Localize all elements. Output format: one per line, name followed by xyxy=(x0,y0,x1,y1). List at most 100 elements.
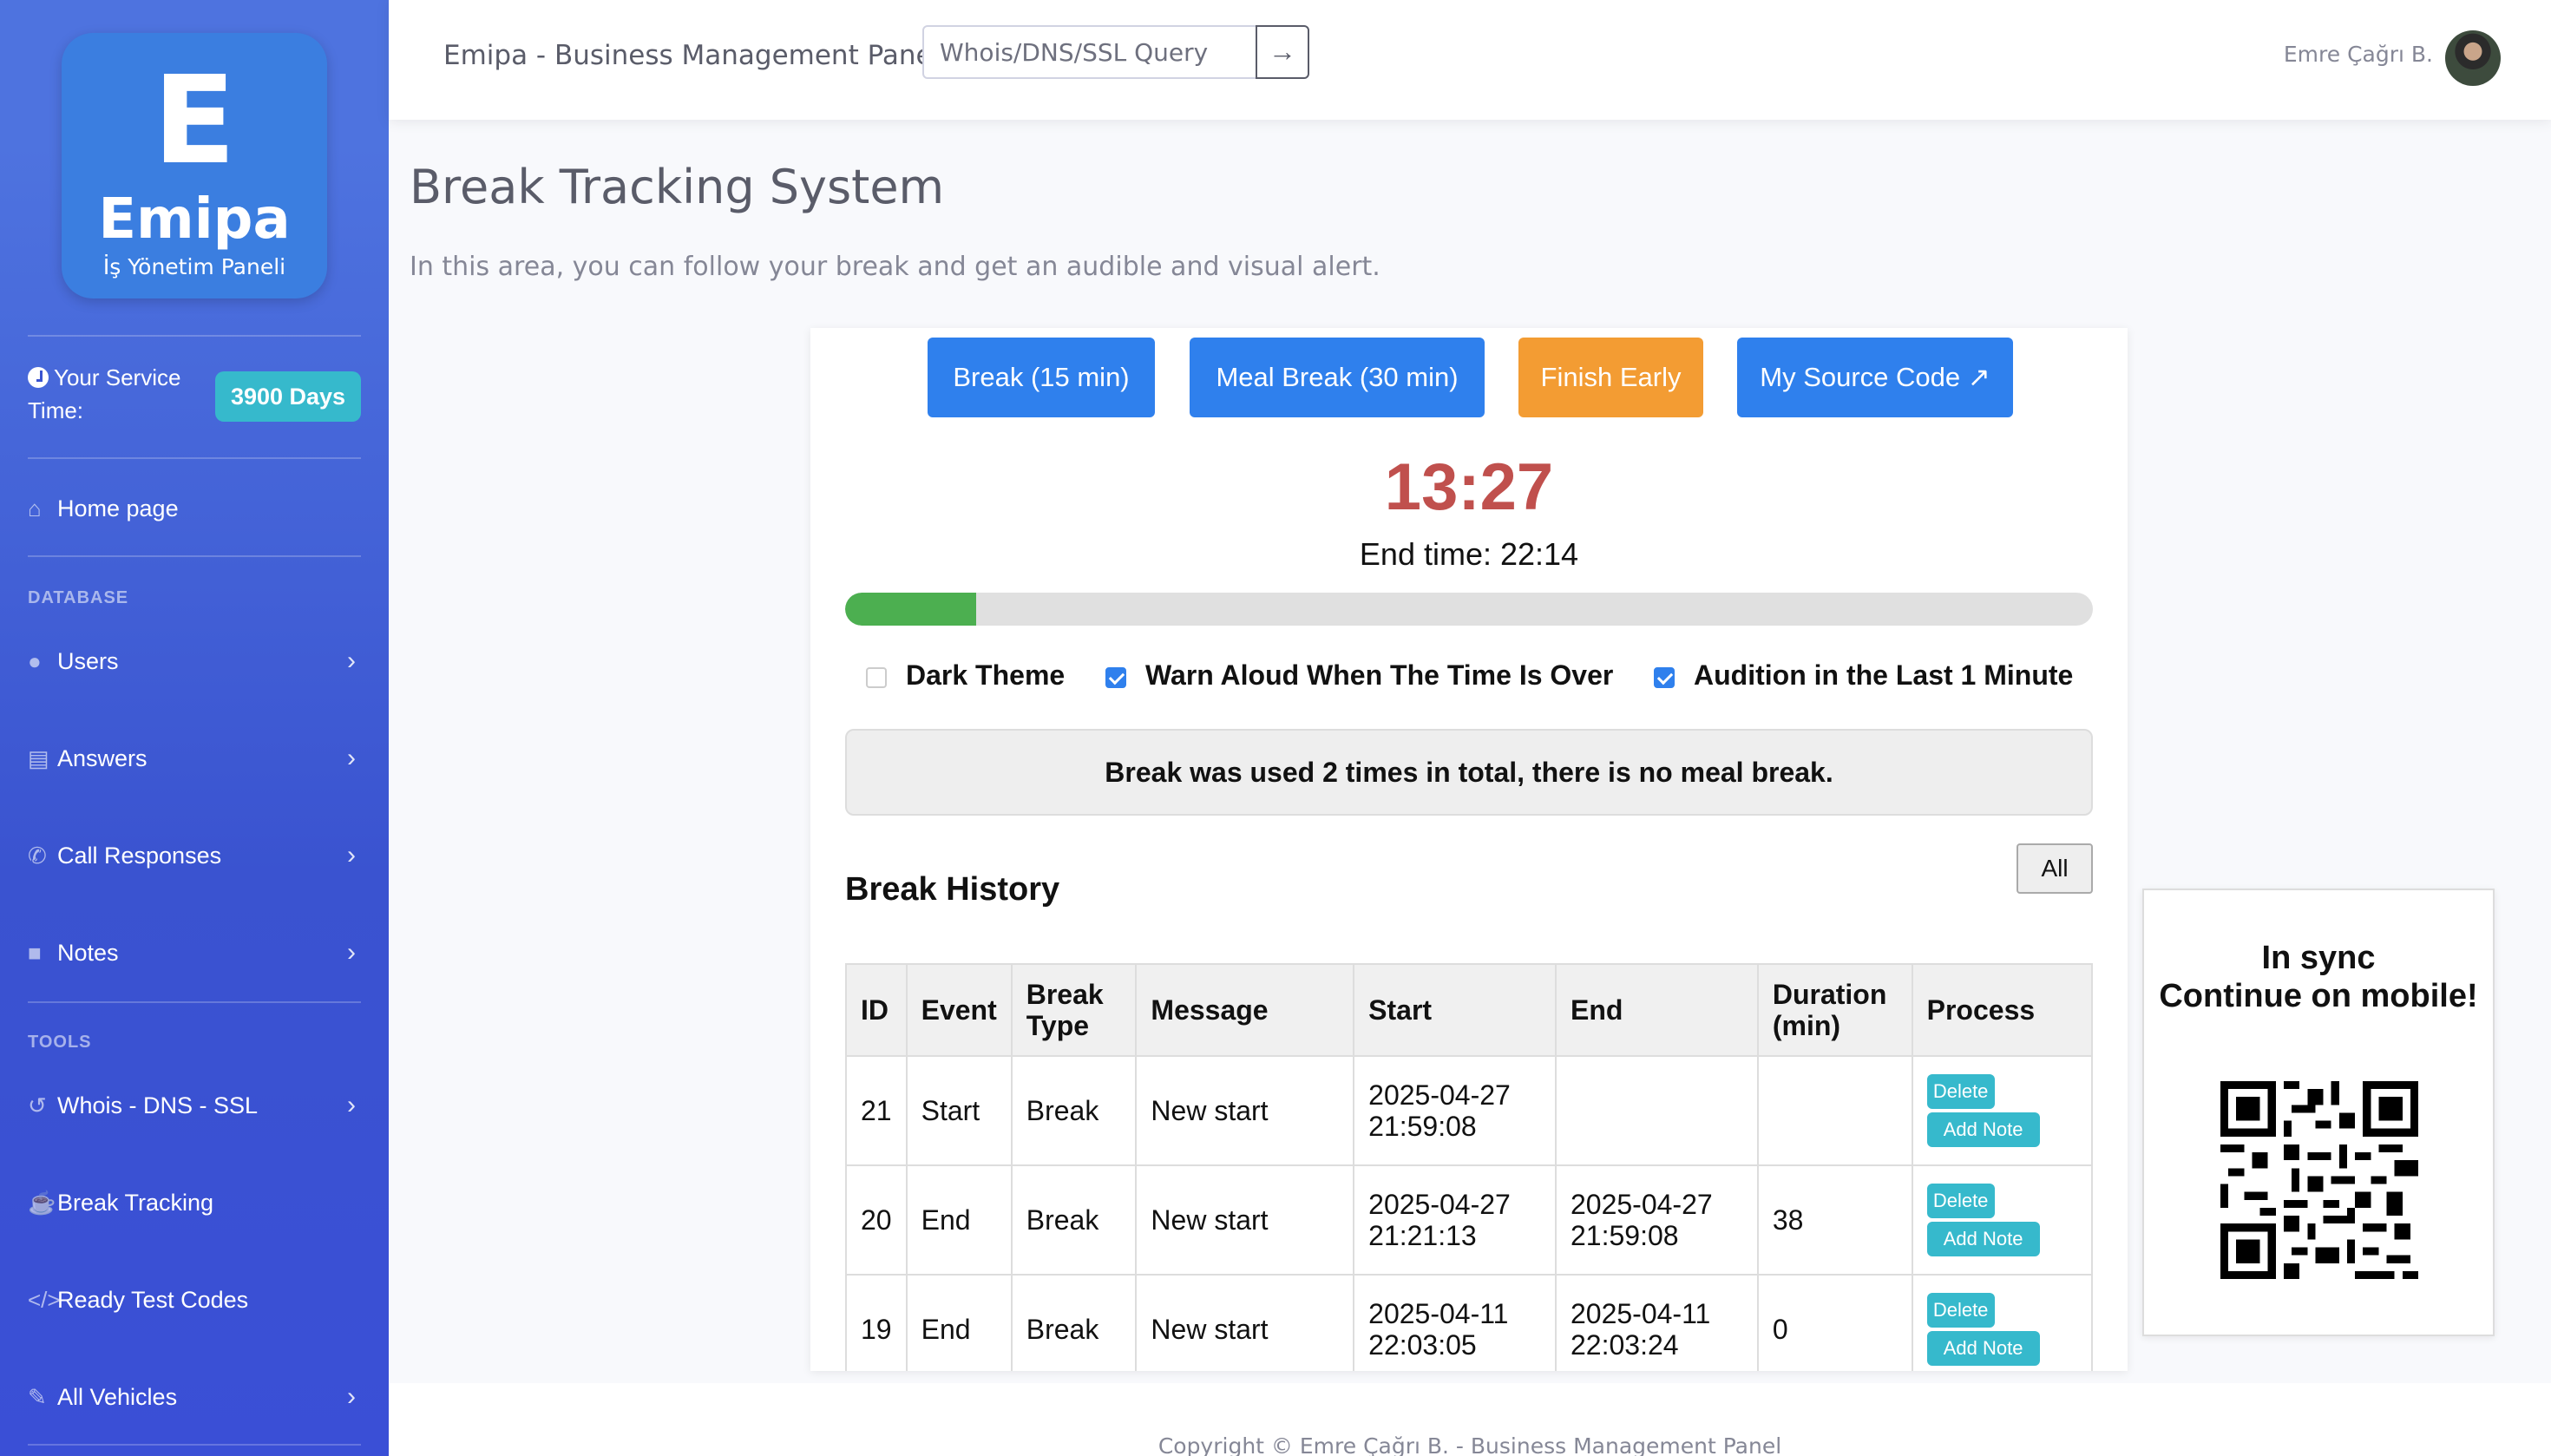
break-15-button[interactable]: Break (15 min) xyxy=(928,338,1155,417)
col-header: Duration (min) xyxy=(1756,963,1913,1057)
phone-icon: ✆ xyxy=(28,843,47,869)
footer: Copyright © Emre Çağrı B. - Business Man… xyxy=(389,1383,2551,1456)
clipboard-icon: ▤ xyxy=(28,745,49,771)
sidebar-item-label: Call Responses xyxy=(57,843,222,869)
cell-end xyxy=(1554,1055,1759,1166)
cell-end: 2025-04-27 21:59:08 xyxy=(1554,1164,1759,1276)
cell-type: Break xyxy=(1010,1274,1138,1371)
chevron-right-icon: › xyxy=(347,1382,356,1411)
whois-search-input[interactable] xyxy=(922,25,1257,79)
sidebar-divider xyxy=(28,555,361,557)
cell-id: 20 xyxy=(845,1164,908,1276)
sidebar-item-answers[interactable]: ▤ Answers › xyxy=(28,732,361,784)
cell-message: New start xyxy=(1135,1164,1355,1276)
cell-end: 2025-04-11 22:03:24 xyxy=(1554,1274,1759,1371)
home-icon: ⌂ xyxy=(28,495,42,521)
table-row: 19 End Break New start 2025-04-11 22:03:… xyxy=(845,1274,2094,1371)
sidebar-item-label: All Vehicles xyxy=(57,1384,178,1410)
delete-button[interactable]: Delete xyxy=(1926,1074,1995,1109)
option-label: Audition in the Last 1 Minute xyxy=(1694,659,2074,691)
cell-id: 21 xyxy=(845,1055,908,1166)
mobile-sync-panel: In sync Continue on mobile! xyxy=(2142,889,2495,1336)
logo-letter: E xyxy=(153,50,236,192)
search-submit-button[interactable]: → xyxy=(1256,25,1309,79)
sidebar-item-ready-test-codes[interactable]: </>Ready Test Codes xyxy=(28,1274,361,1326)
code-icon: </> xyxy=(28,1287,61,1313)
option-audition-last-minute[interactable]: Audition in the Last 1 Minute xyxy=(1654,656,2073,694)
user-name[interactable]: Emre Çağrı B. xyxy=(2284,42,2433,67)
option-label: Warn Aloud When The Time Is Over xyxy=(1145,659,1614,691)
break-history-table: ID Event Break Type Message Start End Du… xyxy=(845,963,2094,1371)
delete-button[interactable]: Delete xyxy=(1926,1184,1995,1218)
audition-checkbox[interactable] xyxy=(1654,667,1675,688)
cell-process: Delete Add Note xyxy=(1911,1055,2094,1166)
avatar[interactable] xyxy=(2445,30,2501,86)
logo[interactable]: E Emipa İş Yönetim Paneli xyxy=(62,33,327,298)
table-row: 20 End Break New start 2025-04-27 21:21:… xyxy=(845,1164,2094,1276)
topbar: Emipa - Business Management Panel → Emre… xyxy=(389,0,2551,120)
col-header: End xyxy=(1554,963,1759,1057)
countdown-timer: 13:27 xyxy=(1384,450,1554,524)
cell-type: Break xyxy=(1010,1055,1138,1166)
cell-id: 19 xyxy=(845,1274,908,1371)
break-usage-info: Break was used 2 times in total, there i… xyxy=(845,729,2093,816)
qr-title-line1: In sync xyxy=(2261,940,2376,976)
cell-event: Start xyxy=(905,1055,1013,1166)
cell-type: Break xyxy=(1010,1164,1138,1276)
sidebar-divider xyxy=(28,335,361,337)
meal-break-button[interactable]: Meal Break (30 min) xyxy=(1190,338,1485,417)
progress-fill xyxy=(845,593,976,626)
add-note-button[interactable]: Add Note xyxy=(1926,1222,2040,1256)
col-header: Process xyxy=(1911,963,2094,1057)
sidebar-divider xyxy=(28,1444,361,1446)
col-header: Break Type xyxy=(1010,963,1138,1057)
sidebar-item-notes[interactable]: ■ Notes › xyxy=(28,927,361,979)
sidebar-item-all-vehicles[interactable]: ✎ All Vehicles › xyxy=(28,1371,361,1423)
sidebar-item-label: Notes xyxy=(57,940,119,966)
sidebar-item-whois[interactable]: ↺ Whois - DNS - SSL › xyxy=(28,1079,361,1131)
sidebar-divider xyxy=(28,457,361,459)
cell-start: 2025-04-11 22:03:05 xyxy=(1353,1274,1557,1371)
dark-theme-checkbox[interactable] xyxy=(866,667,887,688)
col-header: Start xyxy=(1353,963,1557,1057)
cell-start: 2025-04-27 21:59:08 xyxy=(1353,1055,1557,1166)
service-time-label: Your Service Time: xyxy=(28,364,181,423)
coffee-icon: ☕ xyxy=(28,1190,56,1216)
service-time: Your Service Time: xyxy=(28,361,201,427)
cell-process: Delete Add Note xyxy=(1911,1164,2094,1276)
all-history-button[interactable]: All xyxy=(2017,843,2093,894)
source-code-button[interactable]: My Source Code ↗ xyxy=(1737,338,2013,417)
col-header: Event xyxy=(905,963,1013,1057)
service-days-badge: 3900 Days xyxy=(215,371,361,422)
qr-title: In sync Continue on mobile! xyxy=(2144,939,2493,1015)
sidebar-item-break-tracking[interactable]: ☕Break Tracking xyxy=(28,1177,361,1229)
warn-aloud-checkbox[interactable] xyxy=(1105,667,1126,688)
user-icon: ● xyxy=(28,648,42,674)
col-header: Message xyxy=(1135,963,1355,1057)
sidebar-item-label: Users xyxy=(57,648,119,674)
option-warn-aloud[interactable]: Warn Aloud When The Time Is Over xyxy=(1105,656,1613,694)
chevron-right-icon: › xyxy=(347,744,356,772)
add-note-button[interactable]: Add Note xyxy=(1926,1331,2040,1366)
table-row: 21 Start Break New start 2025-04-27 21:5… xyxy=(845,1055,2094,1166)
sidebar-item-label: Ready Test Codes xyxy=(57,1287,249,1313)
wrench-icon: ✎ xyxy=(28,1384,47,1410)
sidebar-item-home[interactable]: ⌂ Home page xyxy=(28,482,361,535)
qr-title-line2: Continue on mobile! xyxy=(2159,978,2478,1014)
break-tracker-card: Break (15 min) Meal Break (30 min) Finis… xyxy=(810,328,2128,1371)
option-dark-theme[interactable]: Dark Theme xyxy=(866,656,1065,694)
sidebar-item-users[interactable]: ● Users › xyxy=(28,635,361,687)
arrow-right-icon: → xyxy=(1269,36,1296,67)
finish-early-button[interactable]: Finish Early xyxy=(1518,338,1703,417)
clock-icon xyxy=(28,367,49,388)
page-description: In this area, you can follow your break … xyxy=(410,252,1380,282)
page-title: Break Tracking System xyxy=(410,160,945,214)
add-note-button[interactable]: Add Note xyxy=(1926,1112,2040,1147)
qr-code-icon[interactable] xyxy=(2220,1081,2418,1279)
sidebar-heading-database: DATABASE xyxy=(28,588,129,607)
delete-button[interactable]: Delete xyxy=(1926,1293,1995,1328)
sidebar-item-call-responses[interactable]: ✆ Call Responses › xyxy=(28,830,361,882)
chevron-right-icon: › xyxy=(347,938,356,967)
cell-event: End xyxy=(905,1274,1013,1371)
copyright: Copyright © Emre Çağrı B. - Business Man… xyxy=(1157,1433,1782,1456)
